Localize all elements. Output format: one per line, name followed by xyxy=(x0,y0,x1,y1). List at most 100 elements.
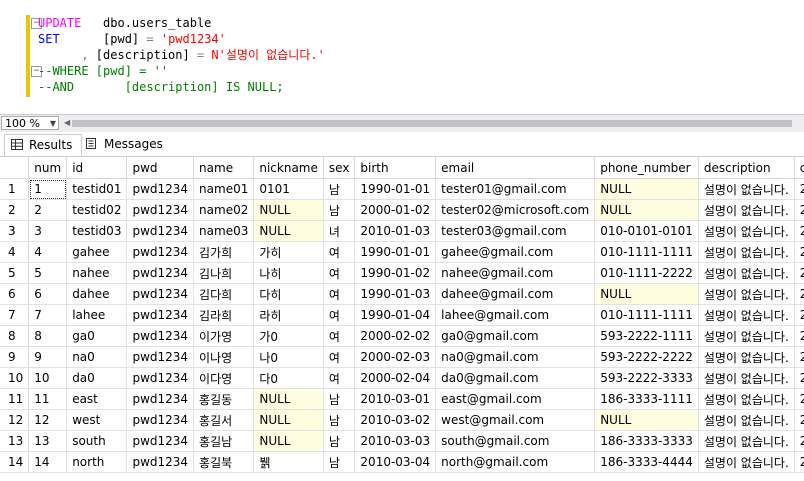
table-cell[interactable]: 녀 xyxy=(323,220,356,242)
table-cell[interactable]: 1990-01-01 xyxy=(354,241,437,263)
table-cell[interactable]: 여 xyxy=(323,325,356,347)
table-cell[interactable]: 1990-01-03 xyxy=(354,283,437,305)
table-cell[interactable]: pwd1234 xyxy=(126,430,195,452)
row-number[interactable]: 11 xyxy=(0,388,30,410)
table-cell[interactable]: name01 xyxy=(193,178,255,200)
table-cell[interactable]: pwd1234 xyxy=(126,262,195,284)
table-cell[interactable]: 1990-01-01 xyxy=(354,178,437,200)
table-cell[interactable]: 남 xyxy=(323,388,356,410)
table-cell[interactable]: east@gmail.com xyxy=(435,388,596,410)
table-cell[interactable]: 12 xyxy=(28,409,68,431)
table-cell[interactable]: 여 xyxy=(323,346,356,368)
column-header-id[interactable]: id xyxy=(66,157,128,179)
table-cell[interactable]: 홍길남 xyxy=(193,430,255,452)
table-cell[interactable]: 설명이 없습니다. xyxy=(698,451,795,473)
table-cell[interactable]: 186-3333-1111 xyxy=(594,388,699,410)
table-cell[interactable]: 2 xyxy=(794,304,804,326)
table-row[interactable]: 13 13 south pwd1234 홍길남 NULL 남 2010-03-03 south@… xyxy=(0,430,804,452)
table-cell[interactable]: nahee@gmail.com xyxy=(435,262,596,284)
table-cell[interactable]: 010-0101-0101 xyxy=(594,220,699,242)
table-cell[interactable]: 2 xyxy=(794,283,804,305)
table-cell[interactable]: 010-1111-2222 xyxy=(594,262,699,284)
row-number[interactable]: 2 xyxy=(0,199,30,221)
table-cell[interactable]: 2 xyxy=(794,241,804,263)
table-cell[interactable]: pwd1234 xyxy=(126,367,195,389)
table-cell[interactable]: NULL xyxy=(253,199,324,221)
table-row[interactable]: 5 5 nahee pwd1234 김나희 나히 여 1990-01-02 nahee@gmai… xyxy=(0,262,804,284)
column-header-sex[interactable]: sex xyxy=(323,157,356,179)
table-cell[interactable]: 4 xyxy=(28,241,68,263)
table-cell[interactable]: nahee xyxy=(66,262,128,284)
table-cell[interactable]: testid02 xyxy=(66,199,128,221)
tab-messages[interactable]: Messages xyxy=(84,134,174,155)
table-cell[interactable]: testid01 xyxy=(66,178,128,200)
table-cell[interactable]: 가히 xyxy=(253,241,324,263)
table-cell[interactable]: dahee xyxy=(66,283,128,305)
table-cell[interactable]: 설명이 없습니다. xyxy=(698,178,795,200)
table-row[interactable]: 7 7 lahee pwd1234 김라희 라히 여 1990-01-04 lahee@gmai… xyxy=(0,304,804,326)
table-cell[interactable]: 여 xyxy=(323,367,356,389)
table-cell[interactable]: 김가희 xyxy=(193,241,255,263)
table-cell[interactable]: 2 xyxy=(794,325,804,347)
corner-header[interactable] xyxy=(0,157,30,179)
table-cell[interactable]: pwd1234 xyxy=(126,451,195,473)
table-cell[interactable]: 설명이 없습니다. xyxy=(698,430,795,452)
table-cell[interactable]: south xyxy=(66,430,128,452)
chevron-down-icon[interactable]: ▼ xyxy=(50,117,56,131)
table-cell[interactable]: NULL xyxy=(594,178,699,200)
table-cell[interactable]: ga0 xyxy=(66,325,128,347)
table-cell[interactable]: 8 xyxy=(28,325,68,347)
table-cell[interactable]: NULL xyxy=(253,430,324,452)
row-number[interactable]: 6 xyxy=(0,283,30,305)
table-row[interactable]: 14 14 north pwd1234 홍길북 뷁 남 2010-03-04 north@gma… xyxy=(0,451,804,473)
table-cell[interactable]: ga0@gmail.com xyxy=(435,325,596,347)
table-cell[interactable]: 10 xyxy=(28,367,68,389)
table-cell[interactable]: 186-3333-4444 xyxy=(594,451,699,473)
table-cell[interactable]: 설명이 없습니다. xyxy=(698,346,795,368)
column-header-num[interactable]: num xyxy=(28,157,68,179)
table-cell[interactable]: 2 xyxy=(794,199,804,221)
table-cell[interactable]: east xyxy=(66,388,128,410)
row-number[interactable]: 7 xyxy=(0,304,30,326)
table-cell[interactable]: 2 xyxy=(794,178,804,200)
table-cell[interactable]: 2010-01-03 xyxy=(354,220,437,242)
row-number[interactable]: 5 xyxy=(0,262,30,284)
table-cell[interactable]: pwd1234 xyxy=(126,241,195,263)
table-cell[interactable]: south@gmail.com xyxy=(435,430,596,452)
table-cell[interactable]: NULL xyxy=(253,409,324,431)
table-cell[interactable]: north@gmail.com xyxy=(435,451,596,473)
table-cell[interactable]: 2000-02-02 xyxy=(354,325,437,347)
table-cell[interactable]: 0101 xyxy=(253,178,324,200)
table-cell[interactable]: 2010-03-01 xyxy=(354,388,437,410)
table-row[interactable]: 8 8 ga0 pwd1234 이가영 가0 여 2000-02-02 ga0@gmail.co… xyxy=(0,325,804,347)
table-cell[interactable]: 2 xyxy=(794,220,804,242)
row-number[interactable]: 9 xyxy=(0,346,30,368)
table-cell[interactable]: 010-1111-1111 xyxy=(594,241,699,263)
table-cell[interactable]: 설명이 없습니다. xyxy=(698,388,795,410)
table-cell[interactable]: 2010-03-02 xyxy=(354,409,437,431)
table-cell[interactable]: 2 xyxy=(794,367,804,389)
table-cell[interactable]: 설명이 없습니다. xyxy=(698,241,795,263)
table-cell[interactable]: pwd1234 xyxy=(126,178,195,200)
table-cell[interactable]: pwd1234 xyxy=(126,283,195,305)
table-cell[interactable]: 설명이 없습니다. xyxy=(698,304,795,326)
table-cell[interactable]: 설명이 없습니다. xyxy=(698,262,795,284)
table-cell[interactable]: 여 xyxy=(323,283,356,305)
table-cell[interactable]: 1 xyxy=(28,178,68,200)
column-header-name[interactable]: name xyxy=(193,157,255,179)
table-cell[interactable]: 여 xyxy=(323,241,356,263)
table-cell[interactable]: pwd1234 xyxy=(126,346,195,368)
table-cell[interactable]: 남 xyxy=(323,199,356,221)
table-cell[interactable]: da0@gmail.com xyxy=(435,367,596,389)
table-cell[interactable]: 5 xyxy=(28,262,68,284)
horizontal-scrollbar[interactable]: ◀ xyxy=(64,118,804,129)
table-cell[interactable]: pwd1234 xyxy=(126,325,195,347)
table-cell[interactable]: na0@gmail.com xyxy=(435,346,596,368)
table-cell[interactable]: 라히 xyxy=(253,304,324,326)
table-cell[interactable]: 2010-03-03 xyxy=(354,430,437,452)
table-cell[interactable]: 가0 xyxy=(253,325,324,347)
table-cell[interactable]: NULL xyxy=(594,283,699,305)
table-cell[interactable]: 설명이 없습니다. xyxy=(698,220,795,242)
column-header-birth[interactable]: birth xyxy=(354,157,437,179)
row-number[interactable]: 1 xyxy=(0,178,30,200)
